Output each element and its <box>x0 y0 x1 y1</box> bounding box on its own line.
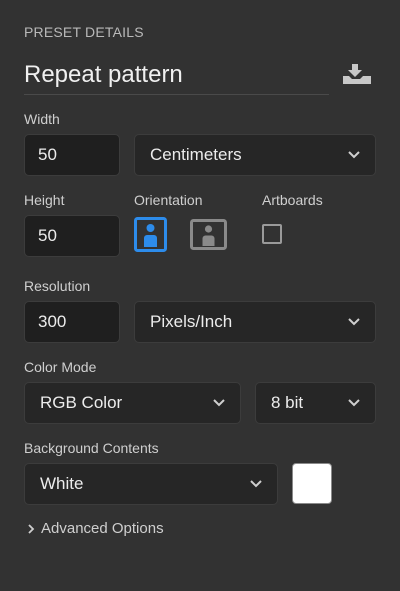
advanced-options-toggle[interactable]: Advanced Options <box>27 520 164 537</box>
width-field[interactable]: 50 <box>24 134 120 176</box>
resolution-field[interactable]: 300 <box>24 301 120 343</box>
background-color-swatch[interactable] <box>292 463 332 504</box>
color-mode-label: Color Mode <box>24 359 97 375</box>
background-contents-label: Background Contents <box>24 440 159 456</box>
chevron-down-icon <box>348 318 360 326</box>
resolution-unit-value: Pixels/Inch <box>150 312 233 331</box>
landscape-icon <box>190 219 227 250</box>
resolution-label: Resolution <box>24 278 91 294</box>
save-preset-icon <box>343 64 371 84</box>
color-mode-dropdown[interactable]: RGB Color <box>24 382 241 424</box>
artboards-checkbox[interactable] <box>262 224 282 244</box>
color-mode-value: RGB Color <box>40 393 123 412</box>
chevron-down-icon <box>250 480 262 488</box>
background-contents-dropdown[interactable]: White <box>24 463 278 505</box>
save-preset-button[interactable] <box>341 62 373 86</box>
resolution-unit-dropdown[interactable]: Pixels/Inch <box>134 301 376 343</box>
bit-depth-value: 8 bit <box>271 393 304 412</box>
orientation-label: Orientation <box>134 192 203 208</box>
chevron-down-icon <box>213 399 225 407</box>
portrait-icon <box>134 217 167 252</box>
bit-depth-dropdown[interactable]: 8 bit <box>255 382 376 424</box>
preset-details-title: PRESET DETAILS <box>24 24 144 40</box>
height-field[interactable]: 50 <box>24 215 120 257</box>
width-unit-dropdown[interactable]: Centimeters <box>134 134 376 176</box>
chevron-right-icon <box>28 523 35 534</box>
portrait-orientation-button[interactable] <box>134 217 167 252</box>
advanced-options-label: Advanced Options <box>41 520 164 537</box>
width-label: Width <box>24 111 60 127</box>
width-unit-value: Centimeters <box>150 145 242 164</box>
landscape-orientation-button[interactable] <box>190 219 227 251</box>
artboards-label: Artboards <box>262 192 323 208</box>
preset-name-field[interactable]: Repeat pattern <box>24 58 329 95</box>
background-contents-value: White <box>40 474 84 493</box>
chevron-down-icon <box>348 151 360 159</box>
chevron-down-icon <box>348 399 360 407</box>
height-label: Height <box>24 192 65 208</box>
